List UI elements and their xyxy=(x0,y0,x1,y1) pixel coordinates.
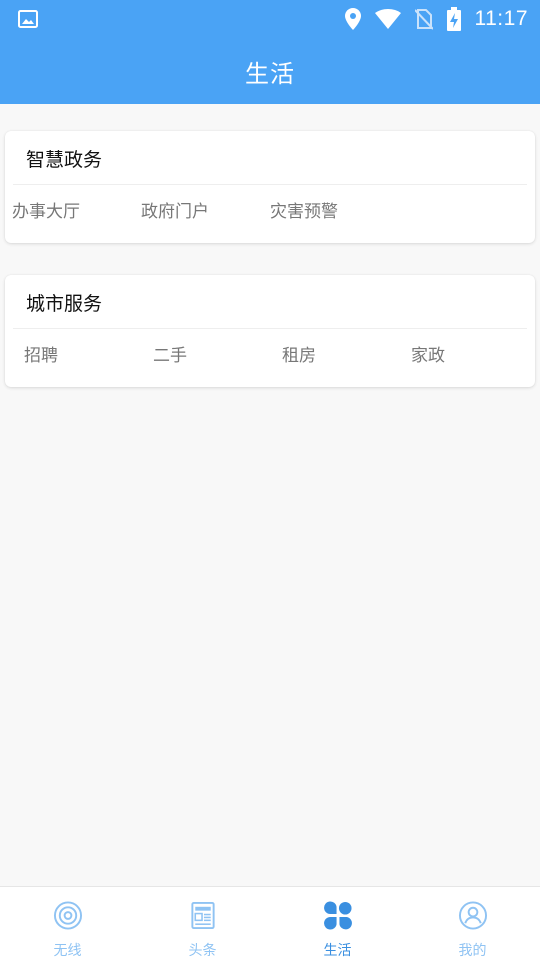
disaster-warning-item[interactable]: 灾害预警 xyxy=(270,197,338,222)
location-icon xyxy=(344,8,361,30)
screen: 11:17 生活 智慧政务 办事大厅 政府门户 灾害预警 城市服务 招聘 二手 … xyxy=(0,0,540,960)
government-portal-item[interactable]: 政府门户 xyxy=(141,197,209,222)
nav-item-wireless[interactable]: 无线 xyxy=(0,887,135,960)
status-left xyxy=(18,10,38,28)
nav-item-headlines[interactable]: 头条 xyxy=(135,887,270,960)
rental-item[interactable]: 租房 xyxy=(282,341,316,366)
nav-label-wireless: 无线 xyxy=(53,943,82,959)
app-bar: 生活 xyxy=(0,38,540,104)
nav-item-mine[interactable]: 我的 xyxy=(405,887,540,960)
status-time: 11:17 xyxy=(474,7,528,30)
smart-government-card: 智慧政务 办事大厅 政府门户 灾害预警 xyxy=(5,131,535,243)
status-bar: 11:17 xyxy=(0,0,540,38)
housekeeping-item[interactable]: 家政 xyxy=(411,341,445,366)
section-title-city-services: 城市服务 xyxy=(26,293,103,315)
nav-item-life[interactable]: 生活 xyxy=(270,887,405,960)
page-title: 生活 xyxy=(245,59,295,88)
battery-charging-icon xyxy=(446,7,461,31)
bottom-nav: 无线 头条 生活 我的 xyxy=(0,886,540,960)
status-right: 11:17 xyxy=(344,7,529,31)
nav-label-life: 生活 xyxy=(323,943,352,959)
grid-petals-icon xyxy=(323,901,352,930)
profile-icon xyxy=(458,901,487,930)
recruitment-item[interactable]: 招聘 xyxy=(24,341,58,366)
nav-label-mine: 我的 xyxy=(458,943,487,959)
news-icon xyxy=(190,901,215,930)
radar-icon xyxy=(53,901,82,930)
section-title-smart-government: 智慧政务 xyxy=(26,149,103,171)
no-sim-icon xyxy=(414,8,433,30)
city-services-items: 招聘 二手 租房 家政 xyxy=(5,341,535,366)
service-hall-item[interactable]: 办事大厅 xyxy=(12,197,80,222)
nav-label-headlines: 头条 xyxy=(188,943,217,959)
smart-government-items: 办事大厅 政府门户 灾害预警 xyxy=(5,197,535,222)
city-services-card: 城市服务 招聘 二手 租房 家政 xyxy=(5,275,535,387)
wifi-icon xyxy=(374,9,401,29)
divider xyxy=(13,328,527,329)
second-hand-item[interactable]: 二手 xyxy=(153,341,187,366)
image-icon xyxy=(18,10,38,28)
divider xyxy=(13,184,527,185)
